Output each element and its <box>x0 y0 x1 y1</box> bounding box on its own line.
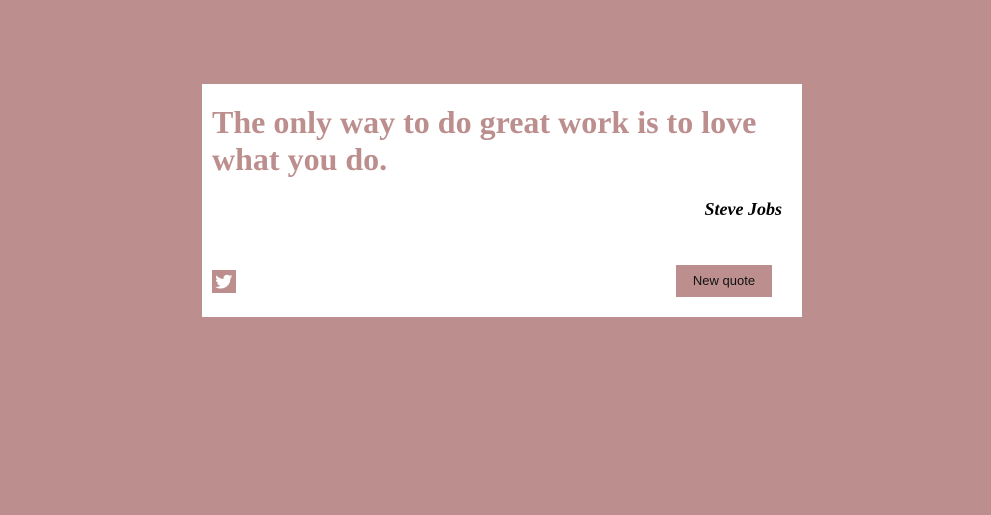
twitter-icon <box>215 274 233 289</box>
tweet-quote-button[interactable] <box>212 270 236 293</box>
quote-text: The only way to do great work is to love… <box>212 104 757 177</box>
quote-author: Steve Jobs <box>704 199 782 219</box>
new-quote-button[interactable]: New quote <box>676 265 772 297</box>
quote-box: The only way to do great work is to love… <box>202 84 802 317</box>
